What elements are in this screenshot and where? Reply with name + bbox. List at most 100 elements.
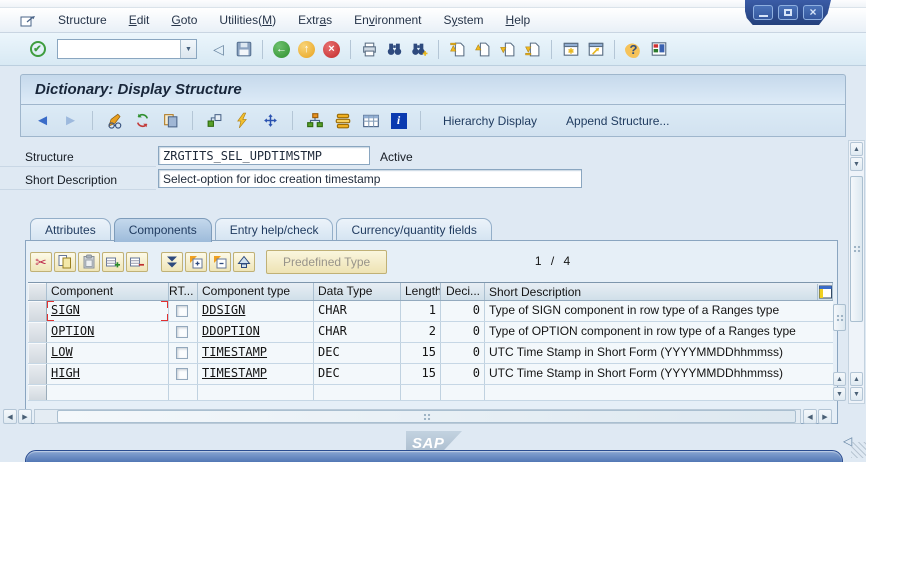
short-description-cell[interactable]: UTC Time Stamp in Short Form (YYYYMMDDhh… [485, 343, 833, 363]
cancel-icon[interactable]: × [320, 38, 343, 60]
new-session-icon[interactable] [559, 38, 582, 60]
customize-icon[interactable] [647, 38, 670, 60]
close-button[interactable]: × [803, 5, 823, 20]
decimals-cell[interactable]: 0 [441, 322, 485, 342]
decimals-cell[interactable]: 0 [441, 364, 485, 384]
paste-icon[interactable] [78, 252, 100, 272]
back-arrow-icon[interactable]: ◄ [31, 110, 54, 132]
object-list-icon[interactable] [203, 110, 226, 132]
insert-row-icon[interactable] [102, 252, 124, 272]
scroll-down-icon[interactable]: ▼ [850, 157, 863, 171]
rt-checkbox[interactable] [176, 305, 188, 317]
rt-checkbox[interactable] [176, 368, 188, 380]
header-component-type[interactable]: Component type [198, 283, 314, 300]
component-type-link[interactable]: DDOPTION [202, 324, 260, 338]
decimals-cell[interactable]: 0 [441, 343, 485, 363]
header-length[interactable]: Length [401, 283, 441, 300]
scroll-right-icon[interactable]: ▶ [818, 409, 832, 424]
menu-item-system[interactable]: System [433, 11, 495, 29]
length-cell[interactable]: 2 [401, 322, 441, 342]
system-menu-icon[interactable] [20, 13, 37, 28]
tab-components[interactable]: Components [113, 218, 212, 242]
rt-checkbox[interactable] [176, 326, 188, 338]
short-description-cell[interactable]: Type of SIGN component in row type of a … [485, 301, 833, 321]
data-type-cell[interactable]: CHAR [314, 301, 401, 321]
hierarchy-display-button[interactable]: Hierarchy Display [431, 114, 549, 128]
save-icon[interactable] [232, 38, 255, 60]
menu-item-environment[interactable]: Environment [343, 11, 432, 29]
expand-icon[interactable] [185, 252, 207, 272]
rt-checkbox[interactable] [176, 347, 188, 359]
table-scroll-down-icon[interactable]: ▼ [833, 387, 846, 401]
collapse-icon[interactable] [209, 252, 231, 272]
info-icon[interactable]: i [387, 110, 410, 132]
enter-icon[interactable]: ✔ [26, 38, 49, 60]
shortcut-icon[interactable] [584, 38, 607, 60]
horizontal-scrollbar-track[interactable] [34, 409, 801, 424]
component-link[interactable]: OPTION [51, 324, 94, 338]
find-icon[interactable] [383, 38, 406, 60]
scroll-up-icon[interactable]: ▲ [850, 372, 863, 386]
menu-item-structure[interactable]: Structure [47, 11, 118, 29]
help-icon[interactable]: ? [622, 38, 645, 60]
cut-icon[interactable]: ✂ [30, 252, 52, 272]
header-decimals[interactable]: Deci... [441, 283, 485, 300]
copy-object-icon[interactable] [159, 110, 182, 132]
scroll-down-icon[interactable]: ▼ [850, 387, 863, 401]
row-selector[interactable] [28, 385, 47, 400]
tab-entry-help-check[interactable]: Entry help/check [214, 218, 334, 242]
decimals-cell[interactable]: 0 [441, 301, 485, 321]
print-icon[interactable] [358, 38, 381, 60]
prev-page-icon[interactable] [471, 38, 494, 60]
navigation-icon[interactable] [259, 110, 282, 132]
length-cell[interactable]: 1 [401, 301, 441, 321]
structure-field[interactable]: ZRGTITS_SEL_UPDTIMSTMP [158, 146, 370, 165]
header-rt[interactable]: RT... [169, 283, 198, 300]
component-type-link[interactable]: TIMESTAMP [202, 345, 267, 359]
table-scrollbar-thumb[interactable] [833, 304, 846, 331]
vertical-scrollbar-thumb[interactable] [850, 176, 863, 322]
row-selector[interactable] [28, 343, 47, 363]
scroll-up-icon[interactable]: ▲ [850, 142, 863, 156]
menu-item-extras[interactable]: Extras [287, 11, 343, 29]
copy-icon[interactable] [54, 252, 76, 272]
data-type-cell[interactable]: DEC [314, 364, 401, 384]
header-short-description[interactable]: Short Description [485, 283, 833, 300]
table-config-icon[interactable] [818, 284, 832, 300]
scroll-left-icon[interactable]: ◀ [803, 409, 817, 424]
filter-icon[interactable] [161, 252, 183, 272]
runtime-object-icon[interactable] [331, 110, 354, 132]
predefined-type-button[interactable]: Predefined Type [266, 250, 388, 274]
row-selector[interactable] [28, 364, 47, 384]
component-link[interactable]: LOW [51, 345, 73, 359]
minimize-button[interactable] [753, 5, 773, 20]
select-all-corner[interactable] [28, 283, 47, 300]
header-component[interactable]: Component [47, 283, 169, 300]
data-type-cell[interactable]: DEC [314, 343, 401, 363]
component-type-link[interactable]: TIMESTAMP [202, 366, 267, 380]
dropdown-icon[interactable]: ▼ [180, 40, 196, 58]
find-next-icon[interactable] [408, 38, 431, 60]
data-type-cell[interactable]: CHAR [314, 322, 401, 342]
refresh-icon[interactable] [131, 110, 154, 132]
delete-row-icon[interactable] [126, 252, 148, 272]
scroll-right-icon[interactable]: ▶ [18, 409, 32, 424]
display-change-icon[interactable] [103, 110, 126, 132]
append-structure-button[interactable]: Append Structure... [554, 114, 681, 128]
component-link[interactable]: SIGN [51, 303, 80, 317]
component-link[interactable]: HIGH [51, 366, 80, 380]
command-field[interactable]: ▼ [57, 39, 197, 59]
length-cell[interactable]: 15 [401, 364, 441, 384]
menu-item-utilities[interactable]: Utilities(M) [208, 11, 287, 29]
maximize-button[interactable] [778, 5, 798, 20]
short-description-cell[interactable]: UTC Time Stamp in Short Form (YYYYMMDDhh… [485, 364, 833, 384]
menu-item-edit[interactable]: Edit [118, 11, 161, 29]
row-selector[interactable] [28, 322, 47, 342]
menu-item-help[interactable]: Help [495, 11, 542, 29]
table-scroll-up-icon[interactable]: ▲ [833, 372, 846, 386]
component-cell[interactable]: SIGN [47, 301, 169, 321]
back-icon[interactable]: ← [270, 38, 293, 60]
first-page-icon[interactable] [446, 38, 469, 60]
length-cell[interactable]: 15 [401, 343, 441, 363]
next-page-icon[interactable] [496, 38, 519, 60]
